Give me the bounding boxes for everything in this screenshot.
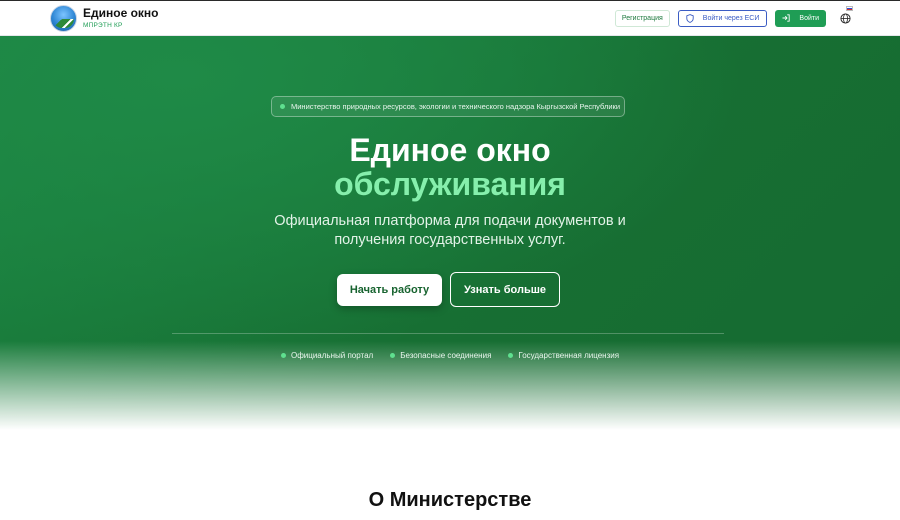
feature-label: Официальный портал: [290, 351, 374, 360]
esi-login-button[interactable]: Войти через ЕСИ: [677, 9, 768, 27]
esi-login-label: Войти через ЕСИ: [702, 14, 760, 22]
brand[interactable]: Единое окно МПРЭТН КР: [50, 4, 159, 32]
learn-more-button[interactable]: Узнать больше: [450, 272, 560, 307]
language-switcher[interactable]: [840, 6, 853, 24]
login-icon: [782, 14, 791, 22]
register-label: Регистрация: [621, 14, 663, 22]
hero-title-line2: обслуживания: [334, 166, 566, 202]
register-button[interactable]: Регистрация: [614, 9, 670, 27]
feature-label: Безопасные соединения: [400, 351, 492, 360]
russian-flag-icon: [846, 6, 853, 11]
hero-lead: Официальная платформа для подачи докумен…: [274, 213, 626, 248]
feature-dot-icon: [280, 353, 286, 358]
brand-title: Единое окно: [83, 5, 159, 20]
feature-item: Государственная лицензия: [508, 351, 619, 360]
login-button[interactable]: Войти: [775, 9, 826, 27]
hero-title-line1: Единое окно: [349, 132, 551, 168]
ministry-badge-text: Министерство природных ресурсов, экологи…: [291, 102, 621, 111]
shield-icon: [686, 13, 694, 23]
status-dot-icon: [280, 104, 285, 109]
brand-text: Единое окно МПРЭТН КР: [83, 7, 159, 30]
feature-label: Государственная лицензия: [518, 351, 620, 360]
feature-item: Безопасные соединения: [390, 351, 491, 360]
ministry-logo-icon: [50, 4, 77, 32]
about-section-title: О Министерстве: [368, 489, 532, 511]
top-header: Единое окно МПРЭТН КР Регистрация Войти …: [0, 0, 900, 36]
login-label: Войти: [799, 14, 819, 22]
start-work-label: Начать работу: [349, 284, 430, 296]
feature-dot-icon: [390, 353, 396, 358]
feature-dot-icon: [508, 353, 514, 358]
ministry-badge: Министерство природных ресурсов, экологи…: [271, 96, 625, 117]
start-work-button[interactable]: Начать работу: [337, 274, 442, 306]
brand-subtitle: МПРЭТН КР: [83, 21, 123, 29]
feature-list: Официальный портал Безопасные соединения…: [0, 351, 900, 360]
hero-divider: [172, 333, 724, 334]
header-nav: Регистрация Войти через ЕСИ Войти: [614, 6, 853, 27]
globe-icon: [840, 13, 851, 24]
learn-more-label: Узнать больше: [463, 283, 546, 296]
feature-item: Официальный портал: [280, 351, 374, 360]
hero-section: Министерство природных ресурсов, экологи…: [0, 36, 900, 430]
